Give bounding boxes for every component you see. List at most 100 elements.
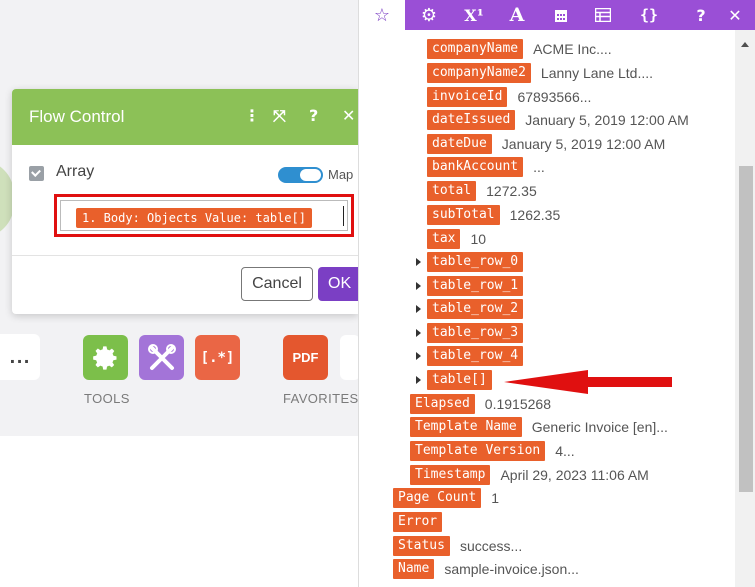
dialog-body: Array Map 1. Body: Objects Value: table[… [12, 145, 358, 314]
field-key[interactable]: Page Count [393, 488, 482, 508]
list-item[interactable]: subTotal 1262.35 [427, 205, 560, 225]
field-value: Lanny Lane Ltd.... [540, 65, 654, 81]
expand-arrow-icon[interactable] [416, 376, 421, 384]
expand-arrow-icon[interactable] [416, 305, 421, 313]
field-key[interactable]: dateDue [427, 134, 492, 154]
list-item[interactable]: table_row_1 [427, 276, 524, 296]
list-item[interactable]: table_row_2 [427, 299, 524, 319]
canvas-bottom [0, 436, 358, 587]
regex-button[interactable]: [.*] [195, 335, 240, 380]
list-item[interactable]: table_row_3 [427, 323, 524, 343]
help-icon: ? [696, 5, 706, 25]
field-key[interactable]: bankAccount [427, 157, 524, 177]
help-icon[interactable]: ? [309, 106, 318, 125]
list-item[interactable]: companyName ACME Inc.... [427, 39, 612, 59]
tools-label: TOOLS [84, 391, 130, 406]
expand-arrow-icon[interactable] [416, 329, 421, 337]
tab-text[interactable]: A [497, 0, 537, 30]
table-icon [595, 8, 611, 22]
tab-math[interactable]: X¹ [454, 0, 494, 30]
gear-icon: ⚙ [420, 4, 438, 26]
field-value: 4... [555, 443, 575, 459]
list-item[interactable]: dateDue January 5, 2019 12:00 AM [427, 134, 665, 154]
list-item[interactable]: bankAccount ... [427, 157, 545, 177]
list-item[interactable]: table_row_4 [427, 346, 524, 366]
more-button[interactable]: ... [0, 334, 40, 380]
array-input[interactable]: 1. Body: Objects Value: table[] [60, 200, 348, 231]
partial-tool-button[interactable] [340, 335, 360, 380]
field-key[interactable]: table_row_1 [427, 276, 524, 296]
annotation-arrow-icon [504, 370, 672, 394]
expand-arrow-icon[interactable] [416, 258, 421, 266]
list-item[interactable]: table_row_0 [427, 252, 524, 272]
close-icon[interactable]: ✕ [342, 106, 355, 125]
tab-json[interactable]: {} [629, 0, 669, 30]
tools-gear-button[interactable] [83, 335, 128, 380]
pdf-button[interactable]: PDF [283, 335, 328, 380]
field-key[interactable]: total [427, 181, 477, 201]
list-item[interactable]: dateIssued January 5, 2019 12:00 AM [427, 110, 689, 130]
field-key[interactable]: table_row_3 [427, 323, 524, 343]
list-item-partial[interactable] [393, 582, 543, 587]
list-item[interactable]: Name sample-invoice.json... [393, 559, 579, 579]
panel-scrollbar[interactable] [735, 30, 755, 587]
data-inspector-panel: ☆ ⚙ X¹ A {} ? ✕ companyName ACME Inc....… [358, 0, 755, 587]
cancel-button[interactable]: Cancel [241, 267, 313, 301]
field-key[interactable]: companyName2 [427, 63, 531, 83]
list-item[interactable]: Template Name Generic Invoice [en]... [410, 417, 668, 437]
field-key[interactable]: table[] [427, 370, 492, 390]
map-toggle[interactable] [278, 167, 323, 183]
list-item[interactable]: tax 10 [427, 229, 486, 249]
dialog-header: Flow Control ⋮ ⤧ ? ✕ [12, 89, 358, 145]
field-value: 1262.35 [509, 207, 561, 223]
list-item[interactable]: Page Count 1 [393, 488, 499, 508]
tab-general[interactable]: ⚙ [409, 0, 449, 30]
star-icon: ☆ [373, 4, 391, 26]
field-value: ... [533, 159, 545, 175]
list-item[interactable]: invoiceId 67893566... [427, 87, 591, 107]
field-key[interactable]: invoiceId [427, 87, 508, 107]
panel-close-button[interactable]: ✕ [715, 0, 755, 30]
field-key[interactable]: tax [427, 229, 461, 249]
list-item[interactable]: Error [393, 512, 443, 532]
tab-favorites[interactable]: ☆ [359, 0, 405, 30]
list-item[interactable]: Timestamp April 29, 2023 11:06 AM [410, 465, 649, 485]
field-value: sample-invoice.json... [444, 561, 579, 577]
field-key[interactable]: Status [393, 536, 450, 556]
field-key[interactable]: Template Version [410, 441, 546, 461]
scrollbar-thumb[interactable] [739, 166, 753, 492]
tab-array[interactable] [583, 0, 623, 30]
field-key[interactable]: Timestamp [410, 465, 491, 485]
field-key[interactable]: Elapsed [410, 394, 475, 414]
field-key[interactable]: Error [393, 512, 443, 532]
field-key[interactable]: table_row_2 [427, 299, 524, 319]
field-key[interactable]: dateIssued [427, 110, 516, 130]
tab-date[interactable] [541, 0, 581, 30]
array-collapse-checkbox[interactable] [29, 166, 44, 181]
list-item[interactable]: companyName2 Lanny Lane Ltd.... [427, 63, 653, 83]
expand-arrow-icon[interactable] [416, 352, 421, 360]
list-item-table[interactable]: table[] [427, 370, 492, 390]
field-key[interactable]: subTotal [427, 205, 500, 225]
expand-arrow-icon[interactable] [416, 282, 421, 290]
expand-icon[interactable]: ⤧ [273, 106, 286, 126]
field-key[interactable]: table_row_4 [427, 346, 524, 366]
list-item[interactable]: Elapsed 0.1915268 [410, 394, 551, 414]
field-value: 1272.35 [486, 183, 537, 199]
superscript-icon: X¹ [464, 5, 484, 25]
tools-wrench-button[interactable] [139, 335, 184, 380]
ok-button[interactable]: OK [318, 267, 358, 301]
list-item[interactable]: total 1272.35 [427, 181, 537, 201]
dialog-title: Flow Control [29, 107, 125, 126]
list-item[interactable]: Status success... [393, 536, 522, 556]
field-key[interactable]: Template Name [410, 417, 522, 437]
kebab-menu-icon[interactable]: ⋮ [244, 106, 260, 125]
list-item[interactable]: Template Version 4... [410, 441, 575, 461]
calendar-icon [555, 9, 567, 22]
field-key[interactable]: table_row_0 [427, 252, 524, 272]
field-key[interactable]: Name [393, 559, 435, 579]
mapped-value-pill[interactable]: 1. Body: Objects Value: table[] [76, 208, 312, 228]
field-value: 67893566... [517, 89, 592, 105]
scroll-up-icon[interactable] [741, 42, 749, 47]
field-key[interactable]: companyName [427, 39, 524, 59]
